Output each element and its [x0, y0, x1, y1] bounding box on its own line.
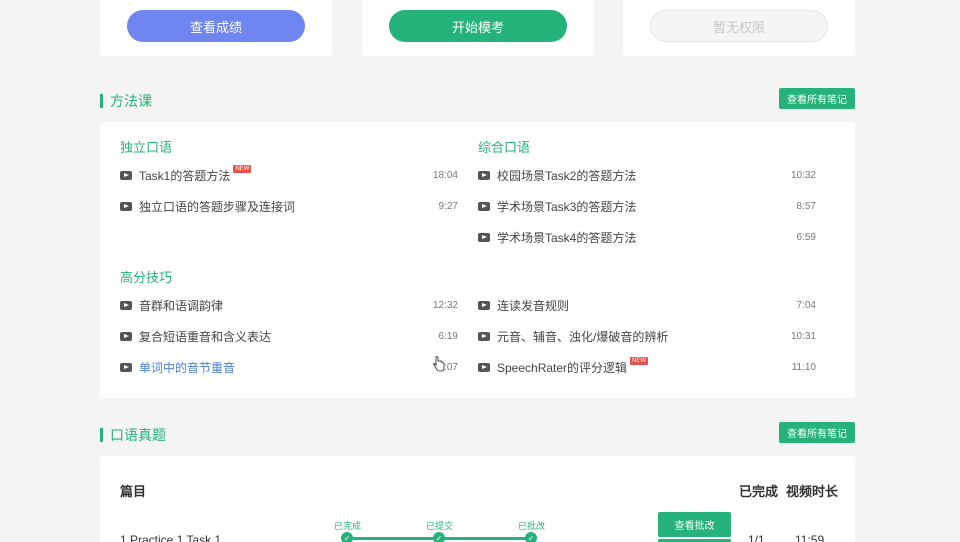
completed-count: 1/1	[748, 533, 765, 542]
exam-section-header: 口语真题	[100, 425, 166, 445]
row-title[interactable]: 1 Practice 1 Task 1	[120, 533, 221, 542]
section-accent-bar	[100, 428, 103, 442]
lesson-title: 音群和语调韵律	[139, 298, 224, 313]
lesson-item[interactable]: 校园场景Task2的答题方法 10:32	[478, 165, 816, 185]
new-badge: NEW	[630, 356, 649, 365]
section-accent-bar	[100, 94, 103, 108]
lesson-duration: 10:32	[790, 169, 816, 181]
lesson-title: 学术场景Task3的答题方法	[497, 199, 637, 214]
method-section-title: 方法课	[110, 93, 152, 109]
lesson-title: 独立口语的答题步骤及连接词	[139, 199, 296, 214]
header-item: 篇目	[120, 484, 147, 499]
lesson-duration: 9:27	[438, 200, 458, 212]
play-icon	[478, 170, 490, 180]
lesson-item[interactable]: 学术场景Task4的答题方法 6:59	[478, 227, 816, 247]
lesson-item[interactable]: 连读发音规则 7:04	[478, 295, 816, 315]
view-all-notes-button[interactable]: 查看所有笔记	[779, 88, 855, 109]
lesson-item[interactable]: 独立口语的答题步骤及连接词 9:27	[120, 196, 458, 216]
play-icon	[478, 232, 490, 242]
lesson-duration: 18:04	[432, 169, 458, 181]
play-icon	[120, 201, 132, 211]
lesson-duration: 8:57	[796, 200, 816, 212]
lesson-item[interactable]: Task1的答题方法 NEW 18:04	[120, 164, 458, 185]
view-review-button[interactable]: 查看批改	[658, 512, 731, 537]
step-label-submitted: 已提交	[426, 521, 454, 531]
lesson-duration: 6:59	[796, 231, 816, 243]
check-icon: ✓	[341, 532, 353, 542]
lesson-item[interactable]: 复合短语重音和含义表达 6:19	[120, 326, 458, 346]
lesson-item[interactable]: 单词中的音节重音 :07	[120, 357, 458, 377]
lesson-title: 连读发音规则	[497, 298, 570, 313]
play-icon	[120, 170, 132, 180]
lesson-duration: 12:32	[432, 299, 458, 311]
view-scores-button[interactable]: 查看成绩	[127, 10, 305, 42]
lesson-duration: 10:31	[790, 330, 816, 342]
lesson-title: SpeechRater的评分逻辑	[497, 360, 628, 375]
hand-cursor-icon	[433, 356, 445, 372]
no-permission-button: 暂无权限	[650, 10, 828, 42]
group-title-independent: 独立口语	[120, 140, 173, 155]
check-icon: ✓	[433, 532, 445, 542]
play-icon	[478, 201, 490, 211]
lesson-title: 复合短语重音和含义表达	[139, 329, 272, 344]
lesson-title: 单词中的音节重音	[139, 360, 236, 375]
start-mock-button[interactable]: 开始模考	[389, 10, 567, 42]
exam-section-title: 口语真题	[110, 427, 166, 443]
view-all-notes-button[interactable]: 查看所有笔记	[779, 422, 855, 443]
group-title-integrated: 综合口语	[478, 140, 531, 155]
step-label-completed: 已完成	[334, 521, 362, 531]
lesson-item[interactable]: 学术场景Task3的答题方法 8:57	[478, 196, 816, 216]
play-icon	[120, 331, 132, 341]
step-label-reviewed: 已批改	[518, 521, 546, 531]
scores-card: 查看成绩	[100, 0, 332, 56]
group-title-advanced: 高分技巧	[120, 270, 173, 285]
lesson-duration: 11:10	[791, 361, 816, 373]
play-icon	[478, 300, 490, 310]
play-icon	[120, 362, 132, 372]
mock-card: 开始模考	[362, 0, 594, 56]
lesson-title: 元音、辅音、浊化/爆破音的辨析	[497, 329, 669, 344]
lesson-duration: 7:04	[796, 299, 816, 311]
new-badge: NEW	[233, 164, 252, 173]
lesson-duration: 6:19	[438, 330, 458, 342]
header-video-length: 视频时长	[786, 484, 839, 499]
lesson-item[interactable]: 元音、辅音、浊化/爆破音的辨析 10:31	[478, 326, 816, 346]
header-completed: 已完成	[739, 484, 779, 499]
lesson-duration: :07	[444, 361, 458, 373]
lesson-title: 学术场景Task4的答题方法	[497, 230, 637, 245]
check-icon: ✓	[525, 532, 537, 542]
method-section-header: 方法课	[100, 91, 152, 111]
play-icon	[478, 362, 490, 372]
permission-card: 暂无权限	[623, 0, 855, 56]
lesson-title: Task1的答题方法	[139, 168, 231, 183]
lesson-item[interactable]: SpeechRater的评分逻辑 NEW 11:10	[478, 356, 816, 377]
lesson-item[interactable]: 音群和语调韵律 12:32	[120, 295, 458, 315]
play-icon	[478, 331, 490, 341]
video-length: 11:59	[795, 533, 825, 542]
lesson-title: 校园场景Task2的答题方法	[497, 168, 637, 183]
play-icon	[120, 300, 132, 310]
